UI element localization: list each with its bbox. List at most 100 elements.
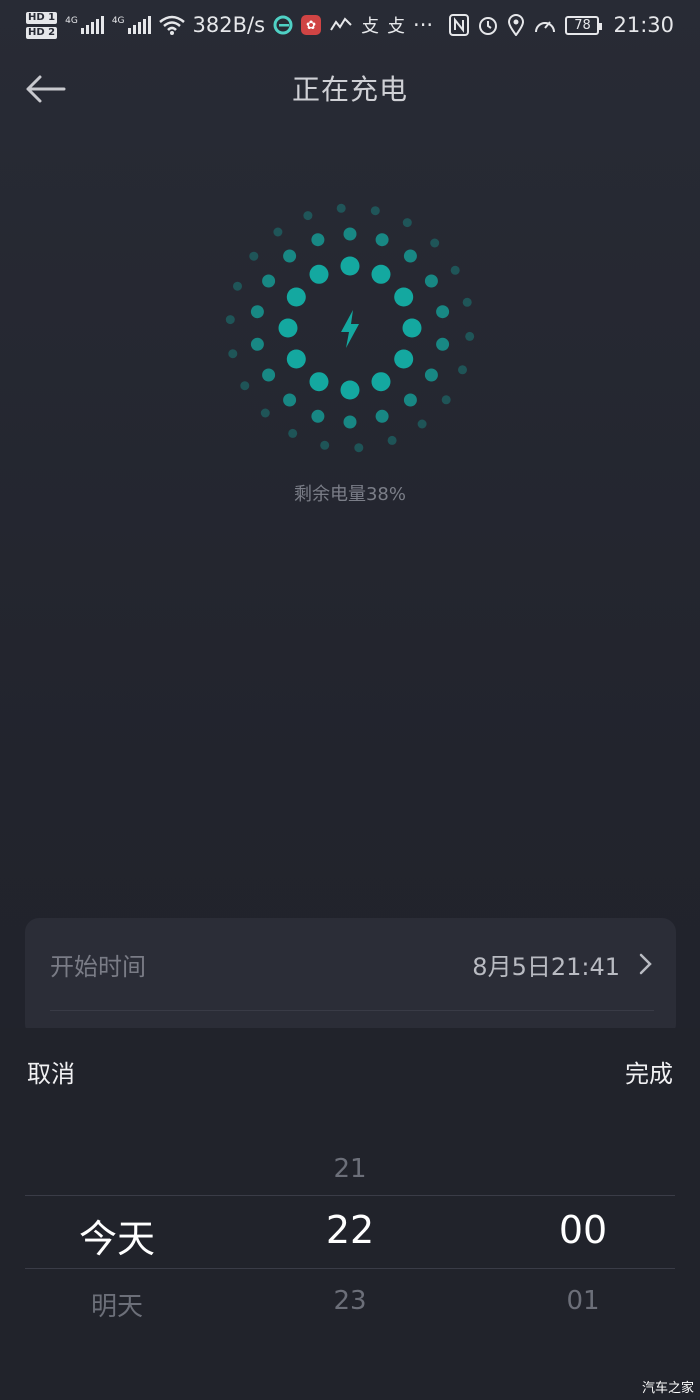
charging-dot: [354, 443, 364, 453]
charging-dot: [228, 349, 238, 359]
charging-dot: [441, 395, 451, 405]
charging-dot: [311, 233, 325, 247]
charging-dot: [424, 368, 438, 382]
day-option-selected[interactable]: 今天: [27, 1208, 207, 1263]
network-speed: 382B/s: [192, 13, 266, 37]
signal-1-icon: 4G: [65, 16, 104, 34]
charging-dot: [233, 281, 242, 291]
clock: 21:30: [613, 13, 674, 37]
charging-dot: [394, 349, 414, 369]
watermark: 汽车之家: [641, 1381, 694, 1396]
hd1-badge: HD 1: [26, 11, 58, 24]
picker-selection-bottom-line: [25, 1268, 675, 1269]
charging-dot: [320, 440, 330, 450]
start-time-row[interactable]: 开始时间 8月5日21:41: [25, 918, 676, 1010]
charging-dot: [403, 393, 417, 407]
divider: [50, 1010, 654, 1011]
charging-dot: [283, 249, 297, 263]
alipay-icon: 攴: [361, 16, 380, 37]
charging-dot: [225, 315, 235, 325]
charging-dot: [417, 419, 427, 429]
charging-dot: [309, 372, 329, 392]
stock-app-icon: [330, 17, 352, 31]
charging-dot: [250, 337, 264, 351]
speedometer-icon: [535, 21, 556, 33]
lightning-bolt-icon: [341, 310, 359, 348]
charging-dot: [465, 331, 475, 341]
e-app-icon: [273, 15, 293, 35]
charging-dot: [436, 337, 450, 351]
charging-dot: [288, 428, 298, 438]
charging-dot: [273, 227, 283, 237]
wifi-icon: [158, 15, 185, 35]
charging-dot: [370, 206, 380, 216]
charging-dot: [450, 265, 460, 275]
charging-dot: [403, 249, 417, 263]
chevron-right-icon: [639, 953, 652, 975]
cancel-button[interactable]: 取消: [27, 1054, 75, 1089]
nfc-icon: [449, 14, 470, 36]
minute-option-next[interactable]: 01: [493, 1286, 673, 1316]
network-type-1: 4G: [65, 16, 78, 26]
day-option-next[interactable]: 明天: [27, 1286, 207, 1323]
status-bar: HD 1 HD 2 4G 4G 382B/s ✿ 攴 攴 ··· 78 21:3…: [0, 0, 700, 50]
charging-dot: [340, 256, 360, 276]
charging-dot: [286, 349, 306, 369]
hour-option-prev[interactable]: 21: [260, 1154, 440, 1184]
charging-dot: [402, 318, 422, 338]
charging-dot: [260, 408, 270, 418]
charging-dot: [371, 264, 391, 284]
status-right: 78 21:30: [449, 13, 674, 37]
signal-2-icon: 4G: [112, 16, 151, 34]
page-title: 正在充电: [291, 73, 408, 106]
location-icon: [508, 14, 525, 36]
charging-dot: [424, 274, 438, 288]
charging-dot: [436, 305, 450, 319]
start-time-card: 开始时间 8月5日21:41: [25, 918, 676, 1038]
charging-dot: [343, 415, 357, 429]
start-time-value: 8月5日21:41: [472, 952, 620, 981]
picker-selection-top-line: [25, 1195, 675, 1196]
charging-dot: [303, 211, 313, 221]
lotus-app-icon: ✿: [301, 15, 322, 35]
more-notifications: ···: [413, 13, 434, 37]
charging-dot: [336, 203, 346, 213]
charging-dot: [286, 287, 306, 307]
hour-option-selected[interactable]: 22: [260, 1208, 440, 1252]
remaining-battery-text: 剩余电量38%: [293, 484, 406, 505]
charging-dot: [309, 264, 329, 284]
charging-dot: [375, 409, 389, 423]
charging-dot: [458, 365, 467, 375]
charging-dot: [262, 368, 276, 382]
battery-icon: 78: [565, 15, 603, 35]
alipay-icon: 攴: [387, 16, 406, 37]
hd2-badge: HD 2: [26, 26, 58, 39]
charging-dot: [371, 372, 391, 392]
start-time-label: 开始时间: [50, 952, 146, 981]
hour-option-next[interactable]: 23: [260, 1286, 440, 1316]
top-nav: 正在充电: [0, 56, 700, 120]
hd-indicators: HD 1 HD 2: [26, 11, 58, 39]
time-picker-sheet: 取消 完成 今天 明天 21 22 23 00 01: [0, 1028, 700, 1400]
charging-dot: [262, 274, 276, 288]
charging-dot: [394, 287, 414, 307]
charging-dot: [240, 381, 250, 391]
status-left: HD 1 HD 2 4G 4G 382B/s ✿ 攴 攴 ···: [26, 11, 434, 39]
charging-dot: [249, 251, 259, 261]
charging-dot: [343, 227, 357, 241]
charging-dot: [387, 435, 397, 445]
charging-dot: [402, 218, 412, 228]
charging-dots-icon: [225, 203, 475, 453]
charging-dot: [340, 380, 360, 400]
network-type-2: 4G: [111, 16, 125, 26]
charging-dot: [250, 305, 264, 319]
charging-dot: [311, 409, 325, 423]
done-button[interactable]: 完成: [625, 1054, 673, 1089]
charging-dot: [283, 393, 297, 407]
minute-option-selected[interactable]: 00: [493, 1208, 673, 1252]
charging-dot: [430, 238, 440, 248]
charging-dot: [375, 233, 389, 247]
charging-indicator: [220, 200, 480, 460]
charging-dot: [278, 318, 298, 338]
alarm-icon: [479, 17, 498, 35]
